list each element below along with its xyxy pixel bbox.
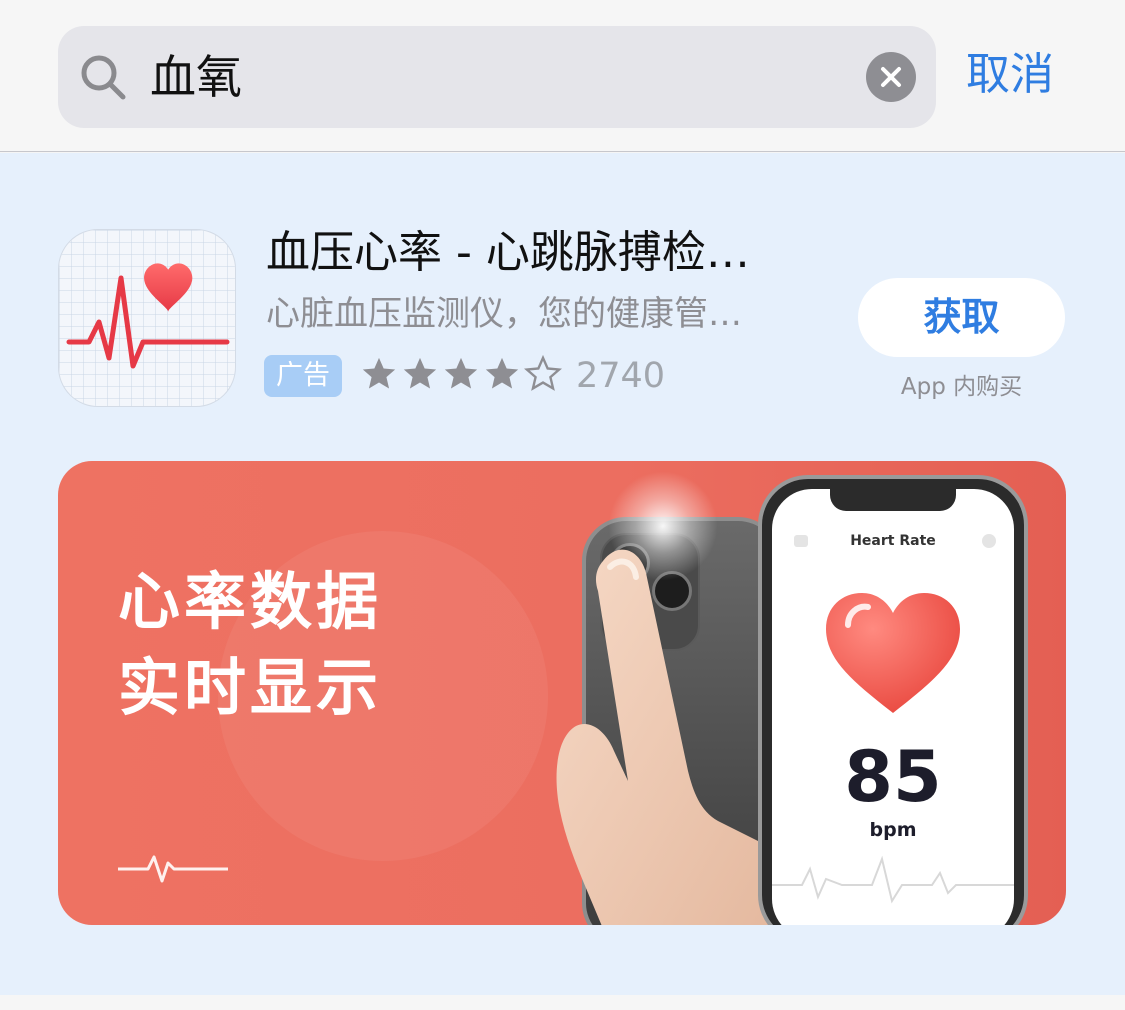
star-icon [362,357,396,389]
settings-icon [982,534,996,548]
phone-notch [830,489,956,511]
search-bar[interactable]: 血氧 [58,26,936,128]
search-icon [78,52,128,102]
ad-badge: 广告 [264,355,342,397]
search-input[interactable]: 血氧 [150,48,242,106]
banner-line-1: 心率数据 [118,565,383,638]
clear-search-button[interactable] [866,52,916,102]
star-icon [403,357,437,389]
bpm-unit: bpm [869,819,917,841]
screen-title: Heart Rate [850,533,936,549]
phone-front-image: Heart Rate 85 bpm [758,475,1028,925]
bpm-value: 85 [844,736,942,818]
star-icon [485,357,519,389]
ecg-line-icon [772,855,1014,904]
app-icon[interactable] [58,229,236,407]
rating-count: 2740 [576,356,666,396]
app-title[interactable]: 血压心率 - 心跳脉搏检… [266,223,750,283]
clear-icon [881,67,901,87]
star-icon [444,357,478,389]
promo-banner[interactable]: 心率数据 实时显示 Heart Rate 85 bpm [58,461,1066,925]
pulse-line-icon [118,855,228,883]
rating-stars [360,355,562,397]
search-result[interactable]: 血压心率 - 心跳脉搏检… 心脏血压监测仪，您的健康管… 广告 2740 获取 … [0,153,1125,995]
banner-headline: 心率数据 实时显示 [118,559,382,731]
in-app-purchase-note: App 内购买 [900,374,1023,400]
star-outline-icon [524,355,562,391]
heart-icon [826,593,960,713]
phone-screen: Heart Rate 85 bpm [772,489,1014,925]
heart-ecg-icon [59,230,235,406]
get-button[interactable]: 获取 [858,278,1065,357]
bottom-strip [0,995,1125,1010]
app-subtitle: 心脏血压监测仪，您的健康管… [266,294,742,334]
finger-image [556,549,778,925]
cancel-button[interactable]: 取消 [966,46,1054,104]
banner-line-2: 实时显示 [118,651,383,724]
search-header: 血氧 取消 [0,0,1125,152]
